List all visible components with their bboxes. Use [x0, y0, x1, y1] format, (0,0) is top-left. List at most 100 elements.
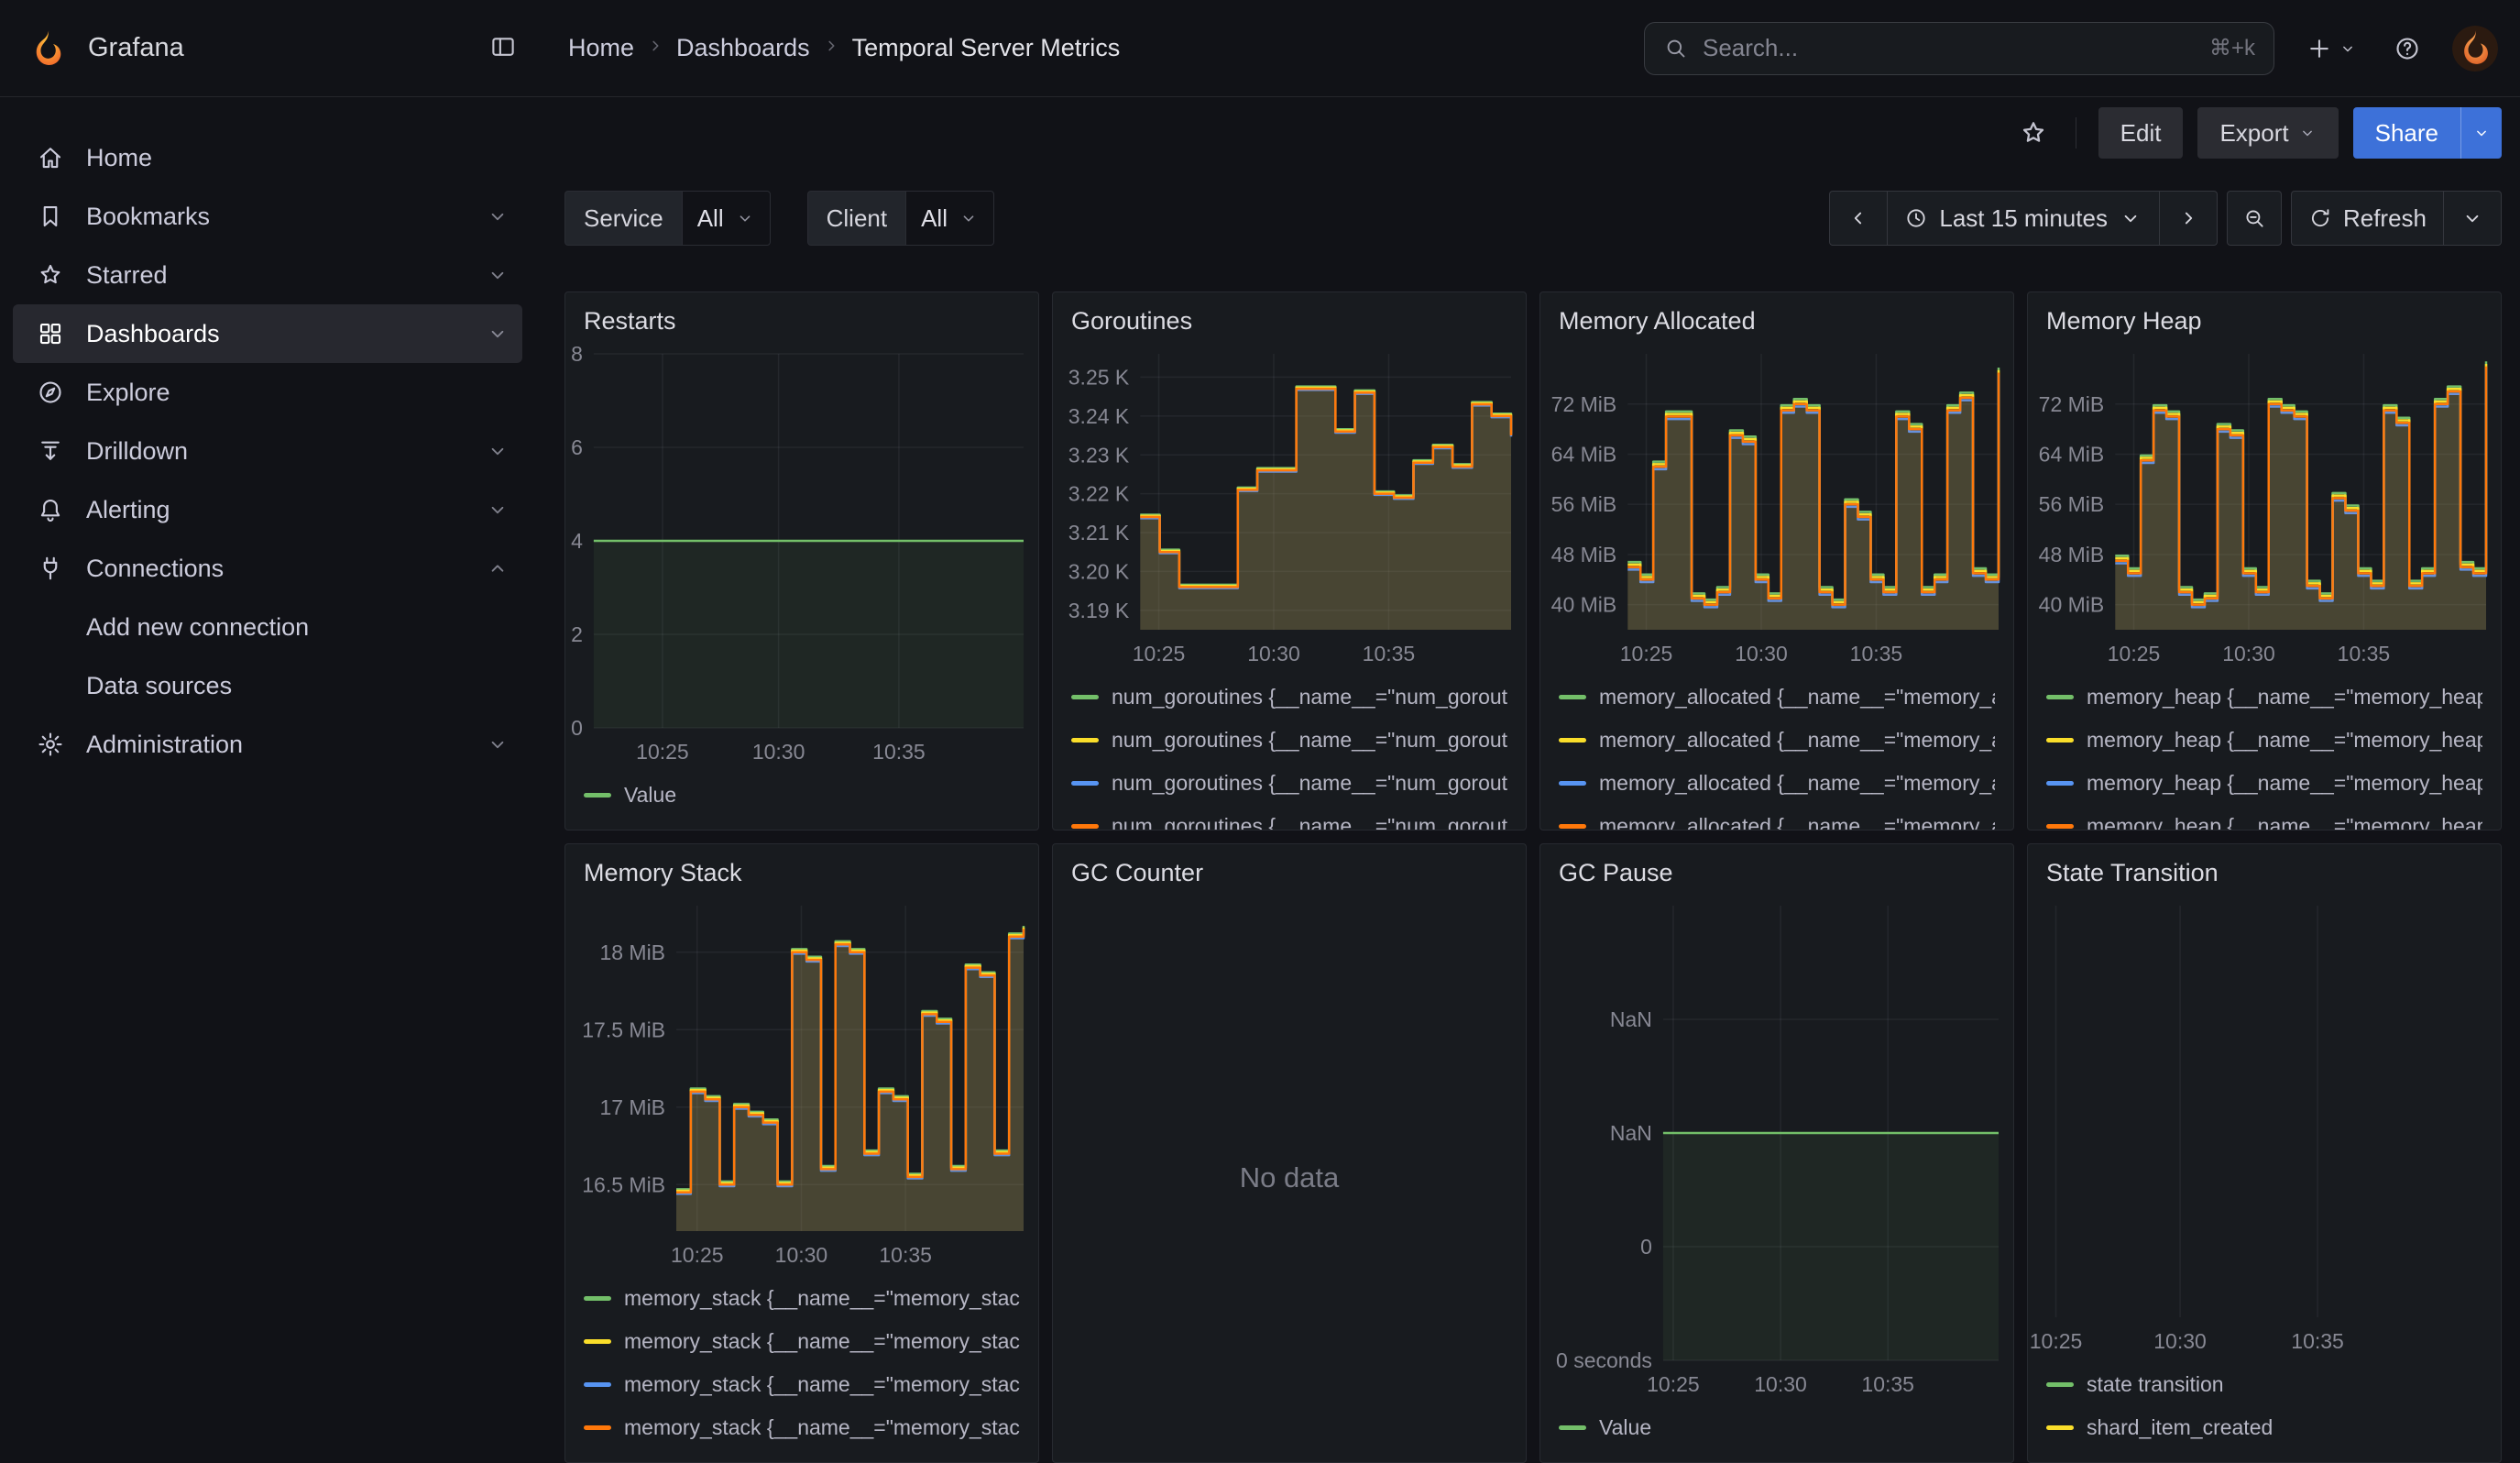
- series-color-dash: [1559, 695, 1586, 699]
- client-filter-value[interactable]: All: [905, 191, 994, 246]
- dashboard-toolbar: Edit Export Share: [535, 97, 2520, 169]
- time-forward-button[interactable]: [2160, 191, 2218, 246]
- time-back-button[interactable]: [1829, 191, 1888, 246]
- svg-text:72 MiB: 72 MiB: [1551, 392, 1617, 416]
- chevron-right-icon: [2176, 206, 2200, 230]
- legend-item[interactable]: Value: [584, 774, 1020, 817]
- user-avatar[interactable]: [2452, 26, 2498, 72]
- sidebar-item-explore[interactable]: Explore: [13, 363, 522, 422]
- service-filter-label: Service: [564, 191, 682, 246]
- legend-label: memory_heap {__name__="memory_heap": [2087, 728, 2482, 753]
- chart-canvas[interactable]: 3.25 K3.24 K3.23 K3.22 K3.21 K3.20 K3.19…: [1053, 341, 1526, 672]
- chevron-down-icon: [2298, 124, 2317, 142]
- sidebar-item-label: Alerting: [86, 496, 464, 524]
- chart-canvas[interactable]: 72 MiB64 MiB56 MiB48 MiB40 MiB10:2510:30…: [2028, 341, 2501, 672]
- sidebar-item-bookmarks[interactable]: Bookmarks: [13, 187, 522, 246]
- breadcrumb-home[interactable]: Home: [568, 34, 634, 62]
- chevron-down-icon[interactable]: [486, 322, 509, 346]
- legend-item[interactable]: memory_allocated {__name__="memory_alloc…: [1559, 719, 1995, 762]
- chevron-down-icon[interactable]: [486, 439, 509, 463]
- legend-item[interactable]: memory_allocated {__name__="memory_alloc…: [1559, 805, 1995, 830]
- grafana-logo-icon[interactable]: [27, 28, 68, 69]
- chevron-down-icon[interactable]: [486, 498, 509, 522]
- panel-state_transition: State Transition 10:2510:3010:35 state t…: [2027, 843, 2502, 1463]
- sidebar-item-add-new-connection[interactable]: Add new connection: [13, 598, 522, 656]
- panel-title[interactable]: Restarts: [565, 292, 1038, 341]
- refresh-group: Refresh: [2291, 191, 2502, 246]
- chevron-up-icon[interactable]: [486, 556, 509, 580]
- edit-button[interactable]: Edit: [2098, 107, 2184, 159]
- legend-item[interactable]: memory_allocated {__name__="memory_alloc…: [1559, 762, 1995, 805]
- legend-item[interactable]: num_goroutines {__name__="num_goroutines…: [1071, 676, 1507, 719]
- search-input[interactable]: [1701, 33, 2197, 63]
- panel-title[interactable]: State Transition: [2028, 844, 2501, 893]
- sidebar-item-drilldown[interactable]: Drilldown: [13, 422, 522, 480]
- export-button[interactable]: Export: [2197, 107, 2338, 159]
- zoom-out-button[interactable]: [2227, 191, 2282, 246]
- mega-menu-toggle-button[interactable]: [484, 28, 522, 69]
- chart-canvas[interactable]: NaNNaN00 seconds10:2510:3010:35: [1540, 893, 2013, 1402]
- svg-text:0 seconds: 0 seconds: [1556, 1348, 1652, 1372]
- legend-item[interactable]: Value: [1559, 1406, 1995, 1449]
- legend-item[interactable]: memory_stack {__name__="memory_stack": [584, 1320, 1020, 1363]
- legend-item[interactable]: memory_heap {__name__="memory_heap": [2046, 676, 2482, 719]
- svg-text:3.21 K: 3.21 K: [1068, 521, 1130, 544]
- series-color-dash: [1559, 1425, 1586, 1430]
- share-menu-button[interactable]: [2460, 107, 2502, 159]
- svg-text:10:35: 10:35: [1363, 642, 1416, 666]
- service-filter-value[interactable]: All: [682, 191, 771, 246]
- search-box[interactable]: ⌘+k: [1644, 22, 2274, 75]
- chart-canvas[interactable]: 8642010:2510:3010:35: [565, 341, 1038, 770]
- question-icon: [2394, 35, 2421, 62]
- plug-icon: [37, 555, 64, 582]
- legend-item[interactable]: memory_heap {__name__="memory_heap": [2046, 762, 2482, 805]
- sidebar-item-administration[interactable]: Administration: [13, 715, 522, 774]
- series-color-dash: [1071, 695, 1099, 699]
- new-button[interactable]: [2300, 29, 2362, 68]
- sidebar-item-label: Bookmarks: [86, 203, 464, 231]
- sidebar-item-alerting[interactable]: Alerting: [13, 480, 522, 539]
- panel-title[interactable]: GC Counter: [1053, 844, 1526, 893]
- clock-icon: [1904, 206, 1928, 230]
- legend-item[interactable]: memory_stack {__name__="memory_stack": [584, 1406, 1020, 1449]
- sidebar-item-data-sources[interactable]: Data sources: [13, 656, 522, 715]
- legend-item[interactable]: state transition: [2046, 1363, 2482, 1406]
- legend-item[interactable]: num_goroutines {__name__="num_goroutines…: [1071, 762, 1507, 805]
- panel-title[interactable]: Memory Heap: [2028, 292, 2501, 341]
- panel-title[interactable]: Memory Stack: [565, 844, 1038, 893]
- panel-title[interactable]: GC Pause: [1540, 844, 2013, 893]
- favorite-star-button[interactable]: [2013, 113, 2054, 153]
- chevron-down-icon[interactable]: [486, 263, 509, 287]
- chart-canvas[interactable]: 18 MiB17.5 MiB17 MiB16.5 MiB10:2510:3010…: [565, 893, 1038, 1273]
- svg-text:10:30: 10:30: [775, 1243, 828, 1267]
- legend-item[interactable]: num_goroutines {__name__="num_goroutines…: [1071, 719, 1507, 762]
- legend-item[interactable]: num_goroutines {__name__="num_goroutines…: [1071, 805, 1507, 830]
- panel-title[interactable]: Memory Allocated: [1540, 292, 2013, 341]
- help-button[interactable]: [2388, 29, 2427, 68]
- refresh-interval-button[interactable]: [2444, 191, 2502, 246]
- legend-item[interactable]: memory_stack {__name__="memory_stack": [584, 1363, 1020, 1406]
- legend-item[interactable]: memory_allocated {__name__="memory_alloc…: [1559, 676, 1995, 719]
- legend-item[interactable]: memory_heap {__name__="memory_heap": [2046, 805, 2482, 830]
- sidebar-item-home[interactable]: Home: [13, 128, 522, 187]
- legend-item[interactable]: memory_heap {__name__="memory_heap": [2046, 719, 2482, 762]
- panel-memory_stack: Memory Stack 18 MiB17.5 MiB17 MiB16.5 Mi…: [564, 843, 1039, 1463]
- sidebar-item-starred[interactable]: Starred: [13, 246, 522, 304]
- chevron-down-icon[interactable]: [486, 204, 509, 228]
- sidebar-item-dashboards[interactable]: Dashboards: [13, 304, 522, 363]
- panel-title[interactable]: Goroutines: [1053, 292, 1526, 341]
- chart-canvas[interactable]: 72 MiB64 MiB56 MiB48 MiB40 MiB10:2510:30…: [1540, 341, 2013, 672]
- sidebar-item-connections[interactable]: Connections: [13, 539, 522, 598]
- chart-canvas[interactable]: 10:2510:3010:35: [2028, 893, 2501, 1359]
- share-button[interactable]: Share: [2353, 107, 2460, 159]
- sidebar-item-label: Home: [86, 144, 509, 172]
- chevron-down-icon[interactable]: [486, 732, 509, 756]
- legend-item[interactable]: memory_stack {__name__="memory_stack": [584, 1277, 1020, 1320]
- time-range-picker[interactable]: Last 15 minutes: [1888, 191, 2160, 246]
- series-color-dash: [2046, 1425, 2074, 1430]
- svg-text:3.20 K: 3.20 K: [1068, 559, 1130, 583]
- svg-text:3.22 K: 3.22 K: [1068, 482, 1130, 506]
- breadcrumb-dashboards[interactable]: Dashboards: [676, 34, 810, 62]
- refresh-button[interactable]: Refresh: [2291, 191, 2444, 246]
- legend-item[interactable]: shard_item_created: [2046, 1406, 2482, 1449]
